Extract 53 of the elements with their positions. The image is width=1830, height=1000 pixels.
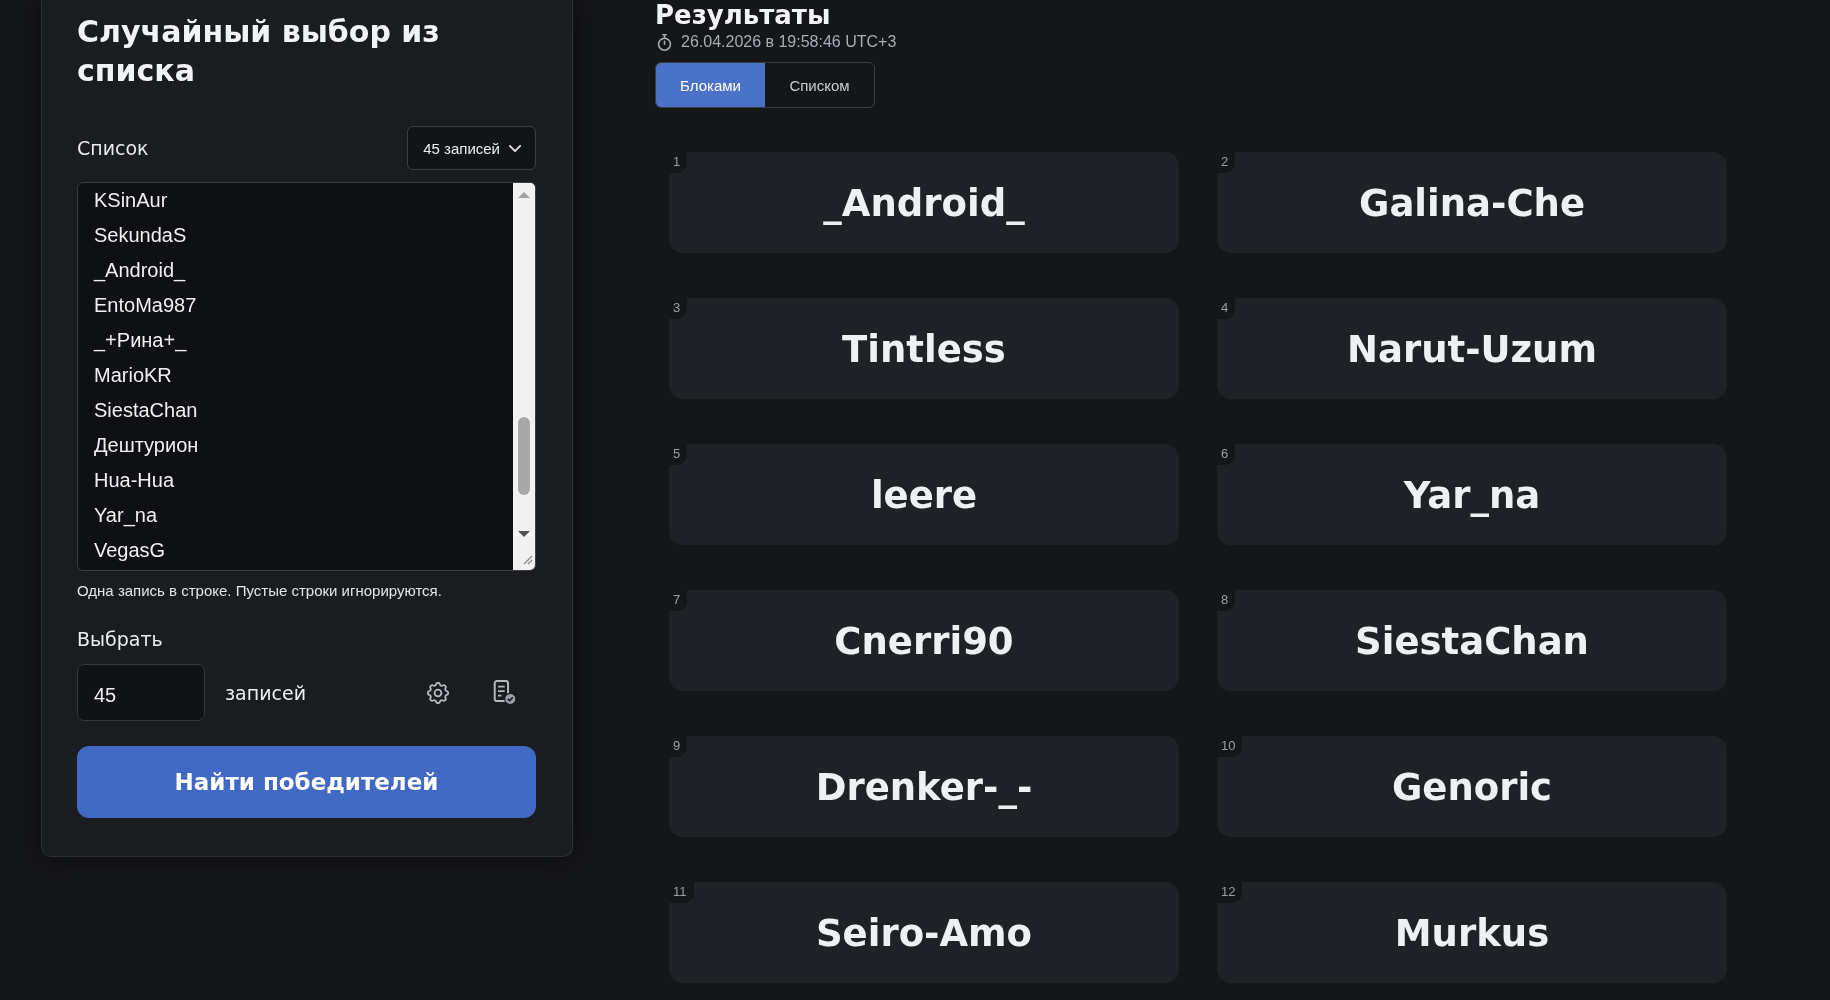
winner-name: Drenker-_- [815,765,1033,809]
list-entry: _+Рина+_ [94,328,187,354]
rank-badge: 5 [669,444,688,465]
stopwatch-icon [657,33,672,51]
list-entry: VegasG [94,538,166,563]
rank-badge: 4 [1217,298,1236,319]
results-title: Результаты [655,0,831,30]
list-entry: SekundaS [94,223,187,248]
winner-name: Narut-Uzum [1346,327,1597,371]
count-dropdown[interactable]: 45 записей [407,126,536,170]
document-check-icon[interactable] [493,680,517,705]
list-entry: _Android_ [94,258,186,284]
find-winners-button[interactable]: Найти победителей [77,746,536,818]
winner-name: Tintless [842,327,1006,371]
pick-label: Выбрать [77,627,163,652]
chevron-down-icon [509,144,521,152]
hint-text: Одна запись в строке. Пустые строки игнорируются. [77,581,443,601]
list-label: Список [77,137,149,159]
rank-badge: 11 [669,882,694,903]
winner-name: Genoric [1391,765,1553,809]
view-tab[interactable]: Списком [765,63,874,107]
rank-badge: 1 [669,152,688,173]
rank-badge: 3 [669,298,688,319]
rank-badge: 7 [669,590,688,611]
list-entry: KSinAur [94,188,168,213]
panel-title: Случайный выбор из списка [77,13,441,90]
view-tab[interactable]: Блоками [656,63,765,107]
unit-label: записей [225,681,306,704]
winner-name: Galina-Che [1359,181,1585,225]
list-entry: Дештурион [94,433,199,458]
rank-badge: 12 [1217,882,1243,903]
timestamp: 26.04.2026 в 19:58:46 UTC+3 [681,32,897,52]
list-entry: MarioKR [94,363,172,388]
rank-badge: 8 [1217,590,1236,611]
list-textarea[interactable]: KSinAur SekundaS _Android_ EntoMa987 _+Рина+_ MarioKR SiestaChan Дештурион Hua-Hua Yar_na VegasG [77,182,536,571]
rank-badge: 6 [1217,444,1236,465]
settings-icon[interactable] [427,681,449,704]
list-entry: Hua-Hua [94,468,175,493]
winner-name: Cnerri90 [834,619,1014,663]
winner-name: leere [870,473,978,517]
list-entry: SiestaChan [94,398,198,423]
count-input[interactable]: 45 [77,664,205,721]
winner-name: Seiro-Amo [815,911,1033,955]
rank-badge: 2 [1217,152,1236,173]
rank-badge: 10 [1217,736,1243,757]
list-entry: Yar_na [94,503,157,529]
list-entry: EntoMa987 [94,293,197,318]
winner-name: SiestaChan [1355,619,1589,663]
winner-name: Murkus [1394,911,1550,955]
resize-grip-icon[interactable] [523,555,533,565]
rank-badge: 9 [669,736,688,757]
winner-name: Yar_na [1403,473,1541,517]
winner-name: _Android_ [823,181,1025,225]
